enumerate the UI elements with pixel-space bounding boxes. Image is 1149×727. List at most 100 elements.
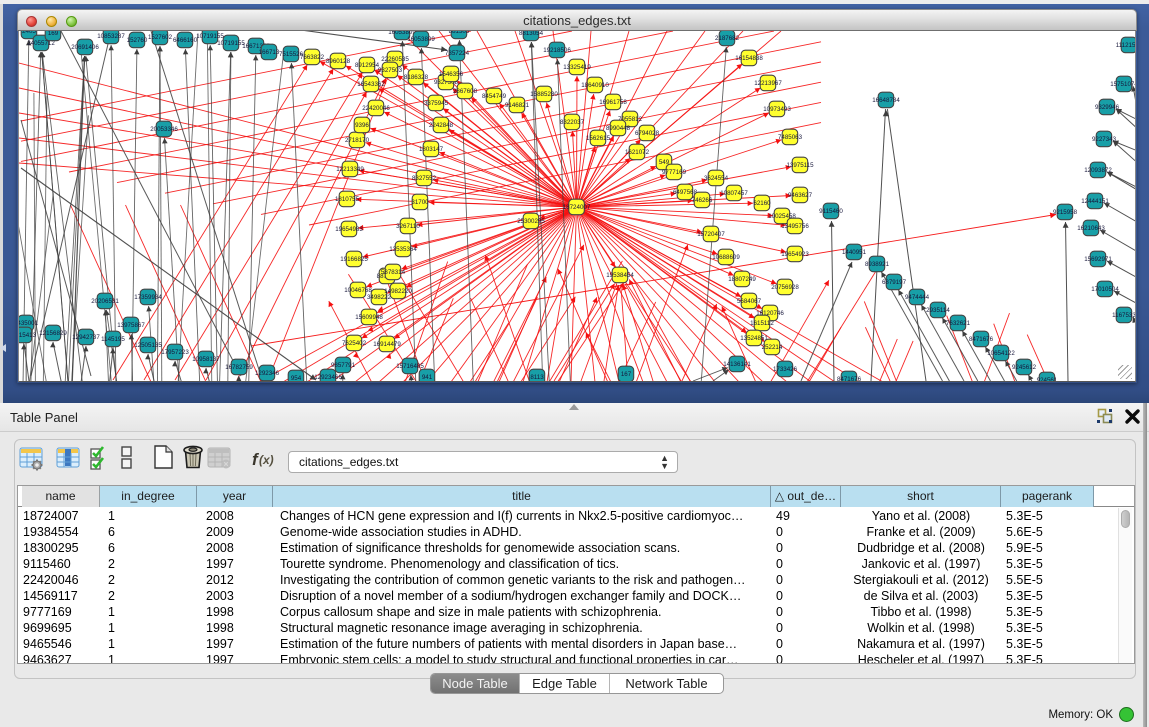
- svg-text:18640910: 18640910: [581, 82, 609, 89]
- svg-text:1562615: 1562615: [586, 135, 611, 142]
- svg-text:8912954: 8912954: [355, 62, 380, 69]
- svg-text:746266: 746266: [692, 197, 713, 204]
- svg-text:9396: 9396: [355, 122, 369, 129]
- svg-text:12444151: 12444151: [1081, 198, 1109, 205]
- svg-text:12505135: 12505135: [134, 342, 162, 349]
- svg-text:152760: 152760: [127, 37, 148, 44]
- svg-text:62160: 62160: [753, 200, 771, 207]
- svg-text:6879197: 6879197: [882, 279, 907, 286]
- svg-text:12942737: 12942737: [72, 334, 100, 341]
- svg-text:1527602: 1527602: [148, 34, 173, 41]
- svg-text:16914479: 16914479: [373, 341, 401, 348]
- svg-text:3375945: 3375945: [424, 100, 449, 107]
- svg-text:1435001: 1435001: [19, 320, 39, 327]
- svg-text:10807457: 10807457: [720, 190, 748, 197]
- svg-text:22420046: 22420046: [362, 105, 390, 112]
- svg-text:19654983: 19654983: [335, 226, 363, 233]
- svg-text:8990448: 8990448: [606, 125, 631, 132]
- svg-text:169: 169: [48, 31, 59, 37]
- svg-text:25300295: 25300295: [517, 218, 545, 225]
- svg-text:9245612: 9245612: [1012, 364, 1037, 371]
- svg-text:9215958: 9215958: [1053, 209, 1078, 216]
- svg-text:13325419: 13325419: [563, 64, 591, 71]
- svg-text:1733426: 1733426: [773, 366, 798, 373]
- svg-text:16154838: 16154838: [735, 55, 763, 62]
- svg-text:2242848: 2242848: [429, 122, 454, 129]
- svg-text:13535364: 13535364: [389, 246, 417, 253]
- svg-text:3498222: 3498222: [367, 294, 392, 301]
- svg-text:252214: 252214: [762, 344, 783, 351]
- svg-text:13524851: 13524851: [740, 335, 768, 342]
- svg-text:1803147: 1803147: [419, 146, 444, 153]
- svg-text:1167533: 1167533: [1112, 312, 1136, 319]
- svg-text:12213967: 12213967: [754, 80, 782, 87]
- svg-text:881305: 881305: [449, 31, 470, 35]
- svg-text:2187682: 2187682: [715, 35, 740, 42]
- svg-text:17010504: 17010504: [1091, 286, 1119, 293]
- svg-text:9115460: 9115460: [819, 208, 843, 215]
- svg-text:11121514: 11121514: [1116, 42, 1136, 49]
- svg-text:17359934: 17359934: [134, 294, 162, 301]
- svg-text:2935114: 2935114: [926, 307, 950, 314]
- svg-text:8471676: 8471676: [969, 336, 994, 343]
- svg-text:12213349: 12213349: [336, 166, 364, 173]
- svg-text:15609948: 15609948: [355, 314, 383, 321]
- svg-text:16648784: 16648784: [872, 97, 900, 104]
- svg-text:1292346: 1292346: [255, 370, 280, 377]
- svg-text:14982220: 14982220: [384, 288, 412, 295]
- svg-text:1440951: 1440951: [842, 249, 867, 256]
- svg-text:9329946: 9329946: [1095, 104, 1120, 111]
- svg-text:924561: 924561: [1037, 377, 1058, 382]
- svg-text:8454749: 8454749: [482, 93, 507, 100]
- svg-text:8471676: 8471676: [837, 376, 862, 382]
- svg-text:5878314: 5878314: [381, 269, 406, 276]
- svg-text:10958137: 10958137: [192, 356, 220, 363]
- svg-text:941: 941: [422, 374, 433, 381]
- svg-text:1145195: 1145195: [101, 336, 125, 343]
- svg-text:8186328: 8186328: [404, 74, 429, 81]
- svg-text:15751074: 15751074: [1110, 81, 1136, 88]
- svg-text:9327503: 9327503: [378, 67, 403, 74]
- svg-text:18807249: 18807249: [728, 276, 756, 283]
- svg-text:1546356: 1546356: [439, 71, 464, 78]
- svg-text:8813054: 8813054: [519, 31, 544, 37]
- svg-text:10719155: 10719155: [217, 40, 245, 47]
- svg-text:13975867: 13975867: [117, 322, 145, 329]
- svg-text:17957223: 17957223: [161, 349, 189, 356]
- svg-text:9227343: 9227343: [1092, 136, 1117, 143]
- svg-text:9857791: 9857791: [331, 362, 356, 369]
- svg-text:3915413: 3915413: [19, 332, 37, 339]
- svg-text:7632621: 7632621: [946, 320, 971, 327]
- svg-text:166713: 166713: [259, 49, 280, 56]
- svg-text:7663822: 7663822: [300, 54, 325, 61]
- svg-text:7625402: 7625402: [342, 340, 367, 347]
- svg-text:7357224: 7357224: [445, 50, 470, 57]
- svg-text:6466160: 6466160: [173, 37, 198, 44]
- svg-text:20691406: 20691406: [71, 44, 99, 51]
- svg-text:12923466: 12923466: [314, 374, 342, 381]
- svg-text:8938921: 8938921: [865, 261, 890, 268]
- svg-text:8113: 8113: [530, 374, 544, 381]
- svg-text:16053809: 16053809: [407, 36, 435, 43]
- svg-text:8327552: 8327552: [412, 175, 437, 182]
- svg-text:12093872: 12093872: [1084, 167, 1112, 174]
- svg-text:3267110: 3267110: [396, 223, 420, 230]
- svg-text:10719155: 10719155: [196, 33, 224, 40]
- svg-text:19166825: 19166825: [340, 256, 368, 263]
- svg-text:18724007: 18724007: [563, 204, 591, 211]
- svg-text:5684067: 5684067: [737, 298, 762, 305]
- svg-text:19538454: 19538454: [606, 272, 634, 279]
- svg-text:16782759: 16782759: [225, 364, 253, 371]
- svg-text:6794028: 6794028: [635, 130, 660, 137]
- svg-text:15716485: 15716485: [396, 363, 424, 370]
- svg-text:167: 167: [621, 371, 632, 378]
- svg-text:2718170: 2718170: [345, 137, 370, 144]
- svg-text:10654122: 10654122: [987, 350, 1015, 357]
- svg-text:15720407: 15720407: [697, 231, 725, 238]
- svg-text:19218506: 19218506: [543, 47, 571, 54]
- svg-text:10853287: 10853287: [97, 33, 125, 40]
- svg-text:7485063: 7485063: [778, 134, 803, 141]
- svg-text:(x): (x): [259, 453, 274, 467]
- svg-text:10046768: 10046768: [344, 287, 372, 294]
- svg-text:12156829: 12156829: [39, 330, 67, 337]
